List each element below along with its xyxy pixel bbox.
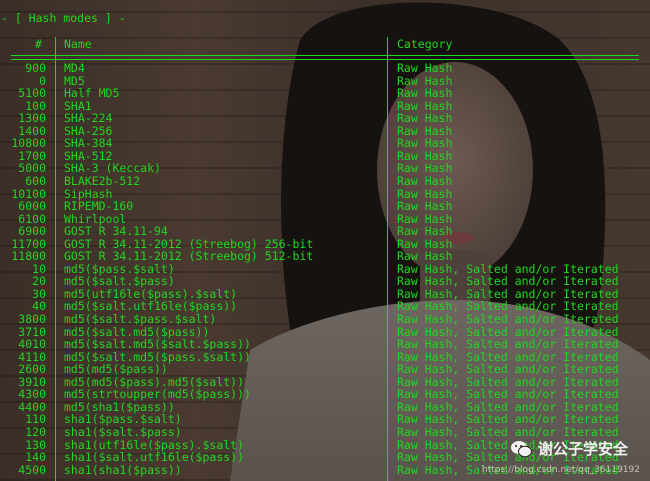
hash-mode-name: md5($salt.md5($salt.$pass)) bbox=[64, 337, 251, 352]
hash-mode-category: Raw Hash bbox=[397, 136, 453, 151]
column-header-category: Category bbox=[397, 37, 453, 51]
hash-mode-category: Raw Hash, Salted and/or Iterated bbox=[397, 387, 619, 402]
hash-mode-number: 11800 bbox=[11, 249, 46, 264]
hash-mode-category: Raw Hash, Salted and/or Iterated bbox=[397, 274, 619, 289]
hash-mode-name: sha1($salt.utf16le($pass)) bbox=[64, 450, 245, 465]
table-row: 6000 RIPEMD-160 Raw Hash bbox=[0, 200, 650, 213]
hash-mode-number: 1300 bbox=[18, 111, 46, 126]
table-row: 10800 SHA-384 Raw Hash bbox=[0, 137, 650, 150]
hash-mode-number: 6000 bbox=[18, 199, 46, 214]
hash-mode-category: Raw Hash, Salted and/or Iterated bbox=[397, 337, 619, 352]
hash-mode-number: 140 bbox=[25, 450, 46, 465]
hash-mode-category: Raw Hash, Salted and/or Iterated bbox=[397, 424, 619, 439]
hash-mode-category: Raw Hash, Salted and/or Iterated bbox=[397, 312, 619, 326]
table-row: 600 BLAKE2b-512 Raw Hash bbox=[0, 175, 650, 188]
table-row: 4010 md5($salt.md5($salt.$pass)) Raw Hash,… bbox=[0, 338, 650, 351]
hash-mode-number: 4500 bbox=[18, 462, 46, 477]
hash-mode-number: 3800 bbox=[18, 312, 46, 326]
hash-mode-category: Raw Hash bbox=[397, 61, 453, 75]
hash-mode-name: GOST R 34.11-2012 (Streebog) 512-bit bbox=[64, 249, 314, 264]
hash-mode-name: SHA-224 bbox=[64, 111, 113, 126]
table-row: 6900 GOST R 34.11-94 Raw Hash bbox=[0, 225, 650, 238]
table-row: 4300 md5(strtoupper(md5($pass))) Raw Hash,… bbox=[0, 388, 650, 401]
watermark: 谢公子学安全 bbox=[510, 438, 628, 459]
hash-mode-name: md5(md5($pass)) bbox=[64, 362, 168, 377]
hash-mode-category: Raw Hash bbox=[397, 111, 453, 126]
watermark-text: 谢公子学安全 bbox=[537, 440, 628, 458]
hash-mode-number: 600 bbox=[25, 173, 46, 188]
table-row: 120 sha1($salt.$pass) Raw Hash, Salted and… bbox=[0, 426, 650, 439]
watermark-url: https://blog.csdn.net/qq_36119192 bbox=[481, 465, 640, 475]
hash-mode-category: Raw Hash bbox=[397, 249, 453, 264]
table-row: 5100 Half MD5 Raw Hash bbox=[0, 87, 650, 100]
column-header-num: # bbox=[35, 37, 42, 51]
terminal-output: - [ Hash modes ] - # Name Category 900 MD… bbox=[0, 0, 650, 481]
hash-mode-name: GOST R 34.11-94 bbox=[64, 224, 168, 239]
hash-mode-name: RIPEMD-160 bbox=[64, 199, 134, 214]
hash-mode-category: Raw Hash bbox=[397, 173, 453, 188]
hash-mode-number: 900 bbox=[25, 61, 46, 75]
wechat-icon bbox=[510, 440, 532, 457]
table-row: 1300 SHA-224 Raw Hash bbox=[0, 112, 650, 125]
section-title: - [ Hash modes ] - bbox=[1, 11, 126, 25]
hash-mode-name: md5($salt.$pass) bbox=[64, 274, 175, 289]
hash-mode-number: 4300 bbox=[18, 387, 46, 402]
hash-mode-category: Raw Hash bbox=[397, 224, 453, 239]
column-header-name: Name bbox=[64, 37, 92, 51]
hash-mode-name: sha1($salt.$pass) bbox=[64, 424, 182, 439]
hash-mode-name: md5(strtoupper(md5($pass))) bbox=[64, 387, 251, 402]
hash-mode-name: sha1(sha1($pass)) bbox=[64, 462, 182, 477]
hash-mode-number: 120 bbox=[25, 424, 46, 439]
hash-mode-number: 10800 bbox=[11, 136, 46, 151]
hash-mode-name: MD4 bbox=[64, 61, 85, 75]
hash-mode-name: md5($salt.$pass.$salt) bbox=[64, 312, 217, 326]
hash-mode-category: Raw Hash bbox=[397, 199, 453, 214]
hash-mode-number: 4010 bbox=[18, 337, 46, 352]
hash-mode-category: Raw Hash bbox=[397, 86, 453, 101]
hash-mode-category: Raw Hash, Salted and/or Iterated bbox=[397, 362, 619, 377]
hash-mode-name: SHA-384 bbox=[64, 136, 113, 151]
table-row: 900 MD4 Raw Hash bbox=[0, 62, 650, 75]
table-row: 11800 GOST R 34.11-2012 (Streebog) 512-bi… bbox=[0, 250, 650, 263]
table-row: 20 md5($salt.$pass) Raw Hash, Salted and/o… bbox=[0, 275, 650, 288]
hash-mode-name: BLAKE2b-512 bbox=[64, 173, 141, 188]
hash-mode-number: 20 bbox=[32, 274, 46, 289]
table-row: 3800 md5($salt.$pass.$salt) Raw Hash, Salt… bbox=[0, 313, 650, 326]
hash-mode-number: 5100 bbox=[18, 86, 46, 101]
hash-mode-name: Half MD5 bbox=[64, 86, 120, 101]
table-row: 2600 md5(md5($pass)) Raw Hash, Salted and/… bbox=[0, 363, 650, 376]
header-divider bbox=[11, 55, 639, 60]
hash-mode-number: 2600 bbox=[18, 362, 46, 377]
hash-mode-number: 6900 bbox=[18, 224, 46, 239]
